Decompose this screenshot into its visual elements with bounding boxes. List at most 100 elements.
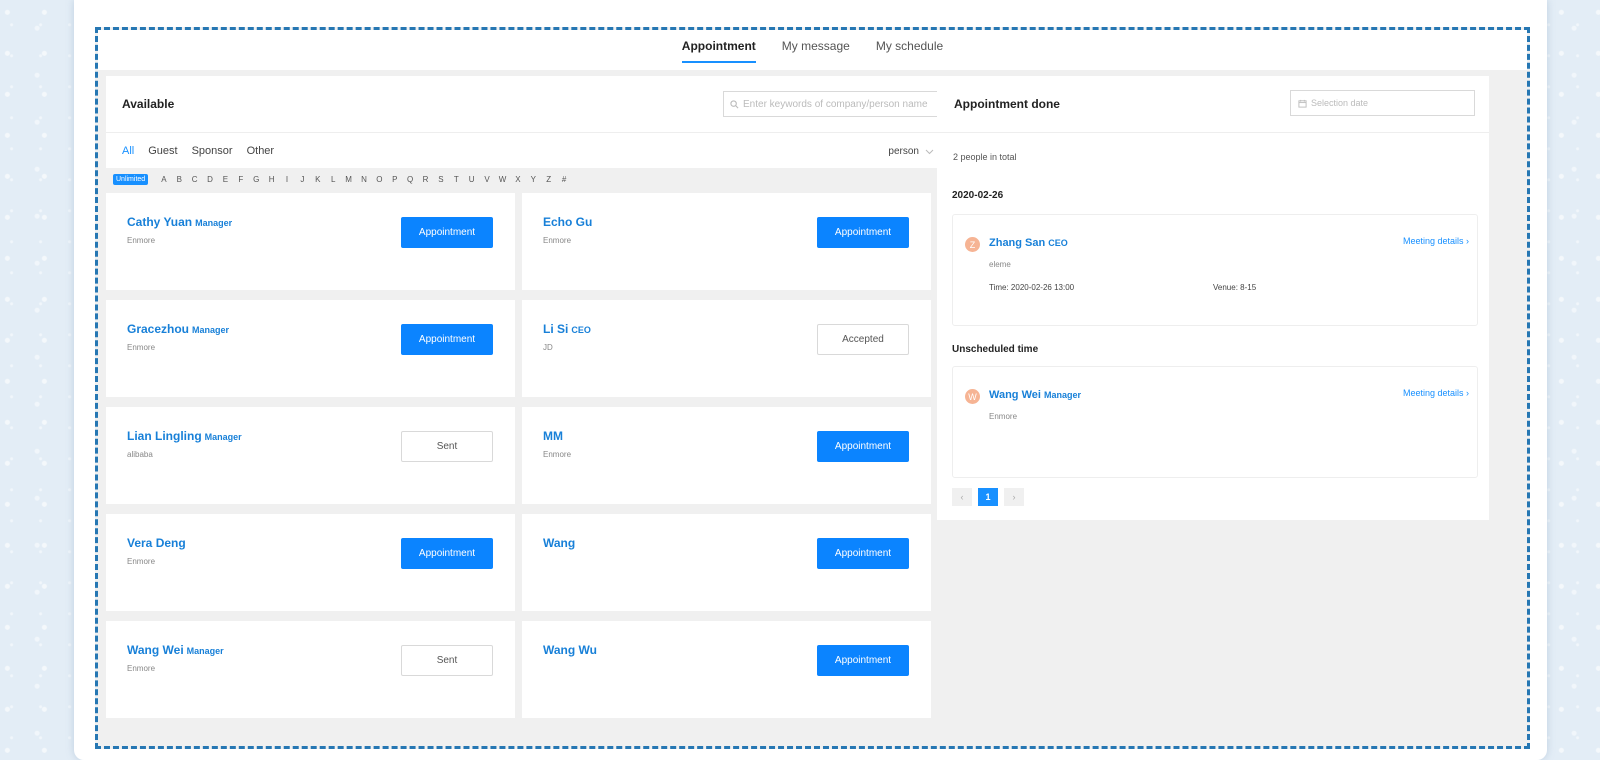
page-1-button[interactable]: 1 <box>978 488 998 506</box>
appointment-done-panel: Appointment done Selection date 2 people… <box>937 76 1489 520</box>
meeting-person-role: CEO <box>1048 238 1068 248</box>
person-card: MM Enmore Appointment <box>522 407 931 504</box>
appointment-button[interactable]: Appointment <box>817 645 909 676</box>
appointment-button[interactable]: Appointment <box>401 217 493 248</box>
person-name[interactable]: Lian Lingling Manager <box>127 429 242 443</box>
alpha-unlimited[interactable]: Unlimited <box>113 174 149 185</box>
alpha-letter[interactable]: D <box>202 175 217 184</box>
person-name[interactable]: MM <box>543 429 563 443</box>
calendar-icon <box>1298 99 1307 108</box>
person-company: Enmore <box>127 343 156 352</box>
alpha-letter[interactable]: G <box>249 175 264 184</box>
avatar: Z <box>965 237 980 252</box>
person-role: Manager <box>192 325 230 335</box>
chevron-down-icon <box>925 149 934 154</box>
tab-my-schedule[interactable]: My schedule <box>876 39 943 61</box>
appointment-button[interactable]: Appointment <box>401 538 493 569</box>
person-card: Wang Appointment <box>522 514 931 611</box>
person-name[interactable]: Echo Gu <box>543 215 592 229</box>
alpha-letter[interactable]: O <box>372 175 387 184</box>
sent-status-button[interactable]: Sent <box>401 645 493 676</box>
person-card: Cathy Yuan Manager Enmore Appointment <box>106 193 515 290</box>
alphabet-filter: Unlimited A B C D E F G H I J K L M N O P Q R S T U V W X Y Z # <box>113 174 572 185</box>
alpha-letter[interactable]: I <box>279 175 294 184</box>
meeting-person-name[interactable]: Zhang San CEO <box>989 237 1068 249</box>
alpha-letter[interactable]: B <box>172 175 187 184</box>
meeting-details-link[interactable]: Meeting details › <box>1403 388 1469 398</box>
alpha-letter[interactable]: Z <box>541 175 556 184</box>
person-name[interactable]: Vera Deng <box>127 536 186 550</box>
filter-sponsor[interactable]: Sponsor <box>192 145 233 157</box>
person-company: Enmore <box>127 664 156 673</box>
person-card: Gracezhou Manager Enmore Appointment <box>106 300 515 397</box>
accepted-status-button[interactable]: Accepted <box>817 324 909 355</box>
alpha-letter[interactable]: F <box>233 175 248 184</box>
prev-page-button[interactable]: ‹ <box>952 488 972 506</box>
person-card: Li Si CEO JD Accepted <box>522 300 931 397</box>
alpha-letter[interactable]: K <box>310 175 325 184</box>
person-name[interactable]: Cathy Yuan Manager <box>127 215 232 229</box>
appointment-button[interactable]: Appointment <box>817 431 909 462</box>
available-title: Available <box>122 97 175 111</box>
alpha-letter[interactable]: M <box>341 175 356 184</box>
alpha-letter[interactable]: L <box>325 175 340 184</box>
pagination: ‹ 1 › <box>952 488 1024 506</box>
person-name[interactable]: Wang Wei Manager <box>127 643 224 657</box>
date-placeholder: Selection date <box>1311 98 1369 108</box>
person-name[interactable]: Wang Wu <box>543 643 597 657</box>
alpha-letter[interactable]: P <box>387 175 402 184</box>
divider <box>937 132 1489 133</box>
person-company: Enmore <box>543 236 572 245</box>
person-card: Wang Wu Appointment <box>522 621 931 718</box>
filter-all[interactable]: All <box>122 145 134 157</box>
search-input[interactable]: Enter keywords of company/person name <box>723 91 938 117</box>
person-company: Enmore <box>543 450 572 459</box>
next-page-button[interactable]: › <box>1004 488 1024 506</box>
appointment-button[interactable]: Appointment <box>401 324 493 355</box>
alpha-letter[interactable]: # <box>556 175 571 184</box>
alpha-letter[interactable]: X <box>510 175 525 184</box>
person-select[interactable]: person <box>888 146 934 157</box>
search-placeholder: Enter keywords of company/person name <box>743 98 928 110</box>
person-name[interactable]: Gracezhou Manager <box>127 322 229 336</box>
alpha-letter[interactable]: Q <box>402 175 417 184</box>
alpha-letter[interactable]: T <box>449 175 464 184</box>
filter-guest[interactable]: Guest <box>148 145 177 157</box>
alpha-letter[interactable]: H <box>264 175 279 184</box>
search-icon <box>730 99 739 108</box>
alpha-letter[interactable]: R <box>418 175 433 184</box>
date-picker[interactable]: Selection date <box>1290 90 1475 116</box>
alpha-letter[interactable]: E <box>218 175 233 184</box>
filter-other[interactable]: Other <box>247 145 275 157</box>
alpha-letter[interactable]: N <box>356 175 371 184</box>
alpha-letter[interactable]: V <box>479 175 494 184</box>
appointment-button[interactable]: Appointment <box>817 217 909 248</box>
alpha-letter[interactable]: W <box>495 175 510 184</box>
alpha-letter[interactable]: A <box>156 175 171 184</box>
person-role: Manager <box>204 432 242 442</box>
meeting-card: W Wang Wei Manager Enmore Meeting details… <box>952 366 1478 478</box>
meeting-person-name[interactable]: Wang Wei Manager <box>989 389 1081 401</box>
filter-row: All Guest Sponsor Other person <box>106 133 950 168</box>
person-role: CEO <box>571 325 591 335</box>
tab-my-message[interactable]: My message <box>782 39 850 61</box>
meeting-details-link[interactable]: Meeting details › <box>1403 236 1469 246</box>
person-card: Lian Lingling Manager alibaba Sent <box>106 407 515 504</box>
alpha-letter[interactable]: Y <box>526 175 541 184</box>
person-card: Vera Deng Enmore Appointment <box>106 514 515 611</box>
meeting-venue: Venue: 8-15 <box>1213 283 1257 292</box>
alpha-letter[interactable]: U <box>464 175 479 184</box>
alpha-letter[interactable]: S <box>433 175 448 184</box>
people-total: 2 people in total <box>953 152 1017 162</box>
tab-appointment[interactable]: Appointment <box>681 39 756 63</box>
sent-status-button[interactable]: Sent <box>401 431 493 462</box>
person-card: Echo Gu Enmore Appointment <box>522 193 931 290</box>
alpha-letter[interactable]: C <box>187 175 202 184</box>
person-company: JD <box>543 343 553 352</box>
alpha-letter[interactable]: J <box>295 175 310 184</box>
person-select-value: person <box>888 146 919 157</box>
appointment-button[interactable]: Appointment <box>817 538 909 569</box>
person-name[interactable]: Wang <box>543 536 575 550</box>
person-name[interactable]: Li Si CEO <box>543 322 591 336</box>
person-role: Manager <box>195 218 233 228</box>
